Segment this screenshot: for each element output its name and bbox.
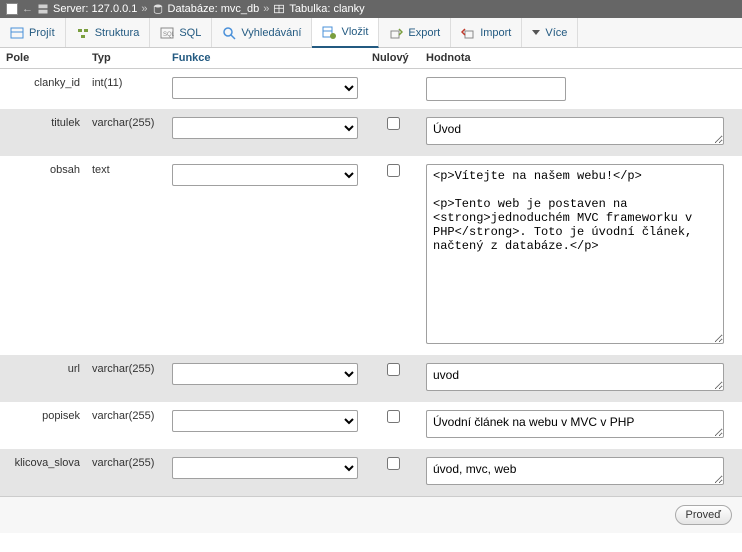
value-textarea[interactable] — [426, 410, 724, 438]
table-row: klicova_slovavarchar(255) — [0, 449, 742, 496]
function-select[interactable] — [172, 363, 358, 385]
tab-more[interactable]: Více — [522, 18, 578, 47]
tab-insert-label: Vložit — [341, 26, 368, 38]
structure-icon — [76, 26, 90, 40]
chevron-down-icon — [532, 30, 540, 35]
tab-structure-label: Struktura — [95, 27, 140, 39]
table-icon — [273, 3, 285, 15]
breadcrumb-server[interactable]: Server: 127.0.0.1 — [53, 3, 137, 15]
browse-icon — [10, 26, 24, 40]
null-checkbox[interactable] — [387, 363, 400, 376]
field-name: klicova_slova — [0, 455, 86, 471]
insert-icon — [322, 25, 336, 39]
database-icon — [152, 3, 164, 15]
breadcrumb-database[interactable]: Databáze: mvc_db — [168, 3, 260, 15]
table-row: obsahtext — [0, 156, 742, 355]
footer-actions: Proveď — [0, 496, 742, 533]
search-icon — [222, 26, 236, 40]
tab-sql[interactable]: SQL SQL — [150, 18, 212, 47]
server-icon — [37, 3, 49, 15]
function-select[interactable] — [172, 410, 358, 432]
tab-search-label: Vyhledávání — [241, 27, 301, 39]
submit-button[interactable]: Proveď — [675, 505, 733, 525]
field-type: int(11) — [86, 75, 166, 91]
field-type: varchar(255) — [86, 408, 166, 424]
null-checkbox[interactable] — [387, 410, 400, 423]
field-name: titulek — [0, 115, 86, 131]
value-textarea[interactable] — [426, 457, 724, 485]
function-select[interactable] — [172, 164, 358, 186]
function-select[interactable] — [172, 117, 358, 139]
sql-icon: SQL — [160, 26, 174, 40]
tab-insert[interactable]: Vložit — [312, 18, 379, 48]
tab-import[interactable]: Import — [451, 18, 522, 47]
tab-bar: Projít Struktura SQL SQL Vyhledávání Vlo… — [0, 18, 742, 48]
tab-structure[interactable]: Struktura — [66, 18, 151, 47]
tab-more-label: Více — [545, 27, 567, 39]
breadcrumb: ← Server: 127.0.0.1 » Databáze: mvc_db »… — [0, 0, 742, 18]
tab-import-label: Import — [480, 27, 511, 39]
null-checkbox[interactable] — [387, 457, 400, 470]
field-type: text — [86, 162, 166, 178]
breadcrumb-table[interactable]: Tabulka: clanky — [289, 3, 364, 15]
tab-export-label: Export — [408, 27, 440, 39]
table-row: clanky_idint(11) — [0, 69, 742, 109]
tab-export[interactable]: Export — [379, 18, 451, 47]
table-row: urlvarchar(255) — [0, 355, 742, 402]
header-type: Typ — [86, 48, 166, 68]
import-icon — [461, 26, 475, 40]
null-checkbox[interactable] — [387, 117, 400, 130]
null-checkbox[interactable] — [387, 164, 400, 177]
function-select[interactable] — [172, 457, 358, 479]
tab-browse-label: Projít — [29, 27, 55, 39]
tab-browse[interactable]: Projít — [0, 18, 66, 47]
export-icon — [389, 26, 403, 40]
header-null: Nulový — [366, 48, 420, 68]
function-select[interactable] — [172, 77, 358, 99]
value-textarea[interactable] — [426, 164, 724, 344]
field-name: url — [0, 361, 86, 377]
tab-search[interactable]: Vyhledávání — [212, 18, 312, 47]
header-function[interactable]: Funkce — [172, 52, 211, 64]
value-textarea[interactable] — [426, 363, 724, 391]
field-name: popisek — [0, 408, 86, 424]
field-type: varchar(255) — [86, 361, 166, 377]
svg-text:SQL: SQL — [163, 32, 174, 38]
table-row: titulekvarchar(255) — [0, 109, 742, 156]
field-type: varchar(255) — [86, 115, 166, 131]
table-row: popisekvarchar(255) — [0, 402, 742, 449]
value-input[interactable] — [426, 77, 566, 101]
field-type: varchar(255) — [86, 455, 166, 471]
header-field: Pole — [0, 48, 86, 68]
row-selector-checkbox[interactable] — [6, 3, 18, 15]
field-name: obsah — [0, 162, 86, 178]
value-textarea[interactable] — [426, 117, 724, 145]
tab-sql-label: SQL — [179, 27, 201, 39]
field-name: clanky_id — [0, 75, 86, 91]
header-value: Hodnota — [420, 48, 742, 68]
column-headers: Pole Typ Funkce Nulový Hodnota — [0, 48, 742, 69]
